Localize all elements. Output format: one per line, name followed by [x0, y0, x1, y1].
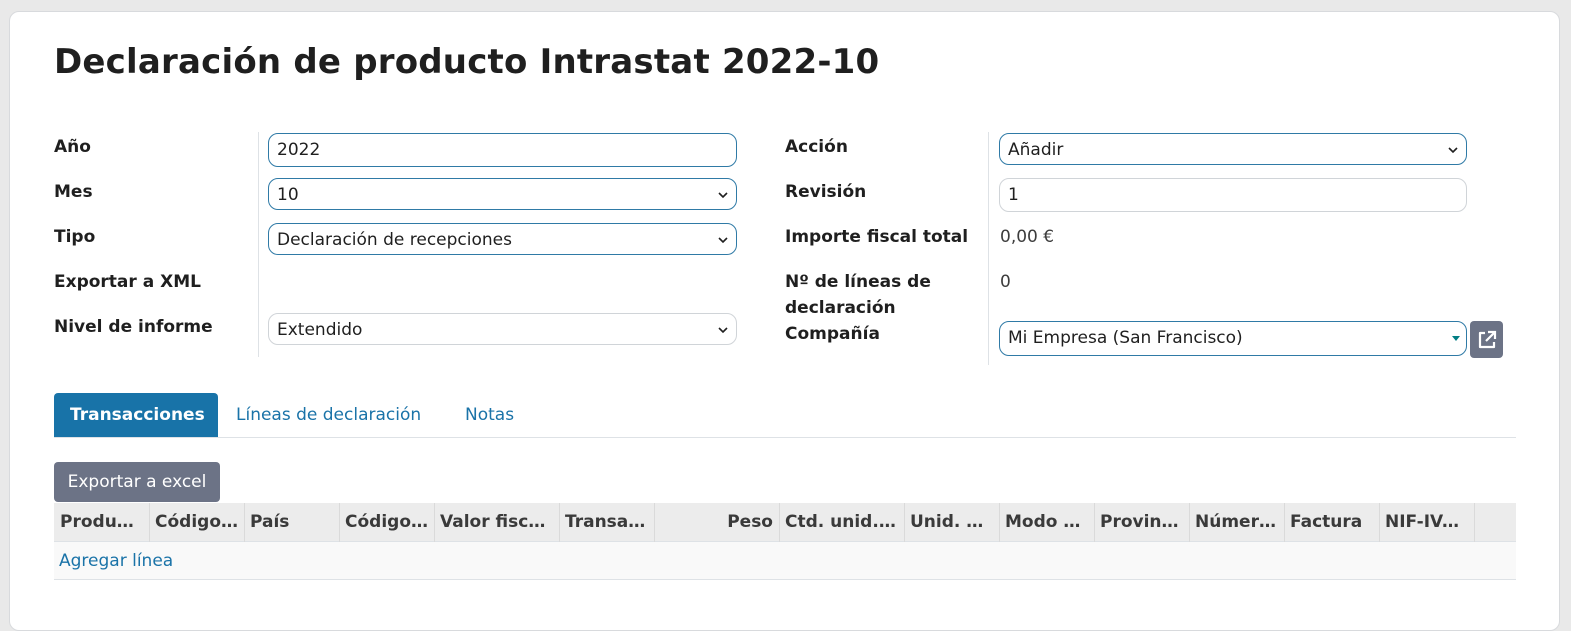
chevron-down-icon — [718, 237, 728, 244]
num-lines-value: 0 — [1000, 272, 1011, 292]
column-header[interactable]: Provinc… — [1094, 503, 1189, 542]
month-select[interactable]: 10 — [268, 178, 737, 210]
fiscal-total-value: 0,00 € — [1000, 227, 1055, 247]
page-title: Declaración de producto Intrastat 2022-1… — [54, 42, 880, 82]
table-add-row: Agregar línea — [54, 542, 1516, 580]
chevron-down-icon — [718, 327, 728, 334]
action-select[interactable]: Añadir — [999, 133, 1467, 165]
type-value: Declaración de recepciones — [277, 230, 512, 250]
revision-label: Revisión — [785, 182, 867, 202]
company-label: Compañía — [785, 324, 880, 344]
revision-input[interactable]: 1 — [999, 178, 1467, 212]
export-excel-button[interactable]: Exportar a excel — [54, 462, 220, 502]
column-header[interactable]: Peso — [654, 503, 779, 542]
column-header[interactable]: Modo d… — [999, 503, 1094, 542]
tab-transactions[interactable]: Transacciones — [54, 393, 218, 437]
report-level-select[interactable]: Extendido — [268, 313, 737, 345]
left-group-divider — [258, 132, 259, 357]
notebook-tabs: Transacciones Líneas de declaración Nota… — [54, 393, 1516, 438]
column-header[interactable]: Ctd. unid. s… — [779, 503, 904, 542]
month-value: 10 — [277, 185, 299, 205]
num-lines-label-line2: declaración — [785, 298, 896, 318]
column-header[interactable]: Unid. su… — [904, 503, 999, 542]
column-header[interactable]: Factura — [1284, 503, 1379, 542]
column-header[interactable]: Númer… — [1189, 503, 1284, 542]
year-label: Año — [54, 137, 91, 157]
column-header[interactable]: Transa… — [559, 503, 654, 542]
action-label: Acción — [785, 137, 848, 157]
company-value: Mi Empresa (San Francisco) — [1008, 328, 1243, 348]
company-select[interactable]: Mi Empresa (San Francisco) — [999, 321, 1467, 356]
column-header[interactable]: Código … — [339, 503, 434, 542]
type-label: Tipo — [54, 227, 96, 247]
tab-notes[interactable]: Notas — [449, 393, 530, 437]
add-line-link[interactable]: Agregar línea — [59, 542, 173, 580]
revision-value: 1 — [1008, 185, 1019, 205]
num-lines-label-line1: Nº de líneas de — [785, 272, 931, 292]
form-sheet: Declaración de producto Intrastat 2022-1… — [9, 11, 1560, 631]
report-level-label: Nivel de informe — [54, 317, 213, 337]
company-external-link-button[interactable] — [1470, 321, 1503, 358]
month-label: Mes — [54, 182, 93, 202]
fiscal-total-label: Importe fiscal total — [785, 227, 969, 247]
column-divider — [1474, 503, 1475, 542]
export-xml-label: Exportar a XML — [54, 272, 201, 292]
caret-down-icon — [1452, 336, 1460, 341]
report-level-value: Extendido — [277, 320, 363, 340]
chevron-down-icon — [1448, 147, 1458, 154]
column-header[interactable]: Código … — [149, 503, 244, 542]
column-header[interactable]: Valor fiscal… — [434, 503, 559, 542]
tab-declaration-lines[interactable]: Líneas de declaración — [220, 393, 437, 437]
right-group-divider — [988, 132, 989, 365]
column-header[interactable]: NIF-IVA… — [1379, 503, 1474, 542]
year-value: 2022 — [277, 140, 321, 160]
action-value: Añadir — [1008, 140, 1064, 160]
chevron-down-icon — [718, 192, 728, 199]
table-header: Producto Código … País Código … Valor fi… — [54, 503, 1516, 542]
external-link-icon — [1478, 330, 1496, 348]
column-header[interactable]: Producto — [54, 503, 149, 542]
year-input[interactable]: 2022 — [268, 133, 737, 167]
type-select[interactable]: Declaración de recepciones — [268, 223, 737, 255]
column-header[interactable]: País — [244, 503, 339, 542]
